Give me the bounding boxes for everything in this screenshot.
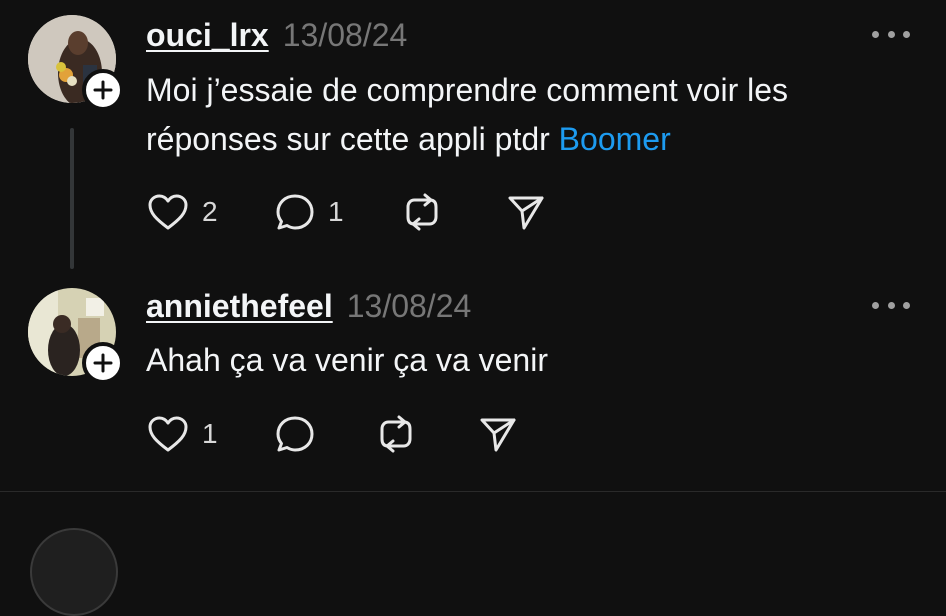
- repost-button[interactable]: [376, 414, 478, 454]
- like-button[interactable]: 1: [146, 414, 274, 454]
- post-divider: [0, 491, 946, 492]
- post-header: anniethefeel 13/08/24: [146, 286, 471, 326]
- post-anniethefeel: anniethefeel 13/08/24 Ahah ça va venir ç…: [0, 0, 946, 490]
- username[interactable]: anniethefeel: [146, 286, 333, 326]
- next-post-avatar[interactable]: [30, 528, 118, 616]
- share-button[interactable]: [478, 414, 518, 454]
- more-horizontal-icon: [872, 301, 879, 309]
- send-icon: [480, 418, 516, 452]
- post-body: Ahah ça va venir ça va venir: [146, 336, 916, 385]
- reply-button[interactable]: [274, 414, 376, 454]
- like-count: 1: [202, 418, 218, 449]
- plus-icon: [93, 353, 113, 373]
- post-text: Ahah ça va venir ça va venir: [146, 342, 548, 378]
- action-bar: 1: [146, 414, 518, 454]
- timestamp: 13/08/24: [346, 288, 472, 324]
- follow-button[interactable]: [82, 342, 124, 384]
- repost-icon: [380, 415, 412, 453]
- avatar-wrap: [28, 288, 124, 384]
- more-options-button[interactable]: [872, 295, 910, 315]
- heart-icon: [148, 416, 188, 452]
- comment-icon: [276, 416, 314, 452]
